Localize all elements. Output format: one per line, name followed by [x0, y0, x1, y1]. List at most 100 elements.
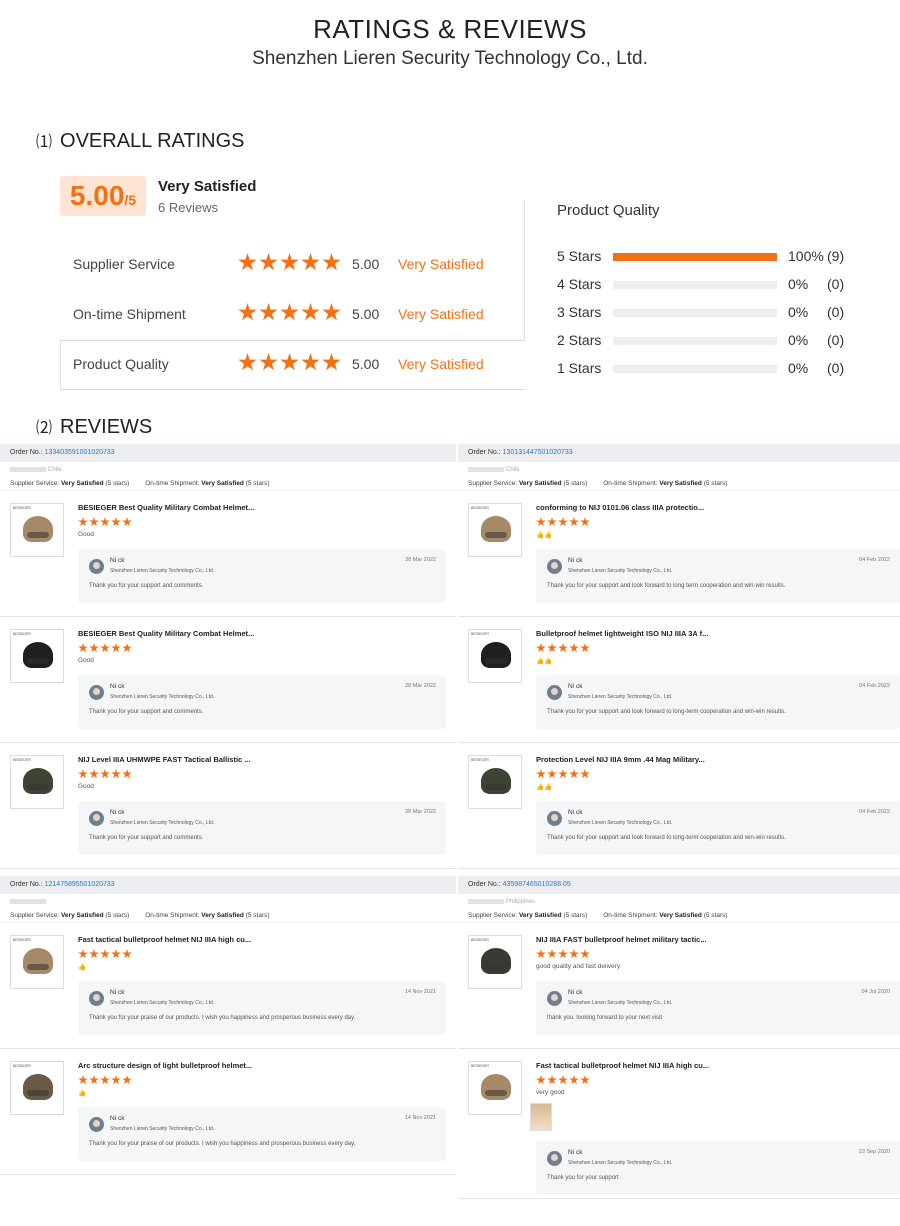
product-thumbnail[interactable]: BESIEGER: [10, 1061, 64, 1115]
product-name[interactable]: BESIEGER Best Quality Military Combat He…: [78, 503, 254, 512]
star-distribution-row: 2 Stars 0% (0): [557, 332, 857, 352]
reply-message: Thank you for your support: [547, 1175, 619, 1181]
reply-date: 28 Mar 2022: [405, 557, 436, 563]
section-title: REVIEWS: [60, 416, 153, 438]
product-name[interactable]: BESIEGER Best Quality Military Combat He…: [78, 629, 254, 638]
star-distribution-row: 4 Stars 0% (0): [557, 276, 857, 296]
star-icon: [547, 1075, 557, 1085]
review-photo[interactable]: [530, 1103, 552, 1131]
rating-text: Very Satisfied: [398, 306, 484, 322]
order-card: Order No.: 121475895501020733 Supplier Se…: [0, 876, 456, 1175]
order-card: Order No.: 435987465010288 05 Philippines…: [458, 876, 900, 1199]
product-thumbnail[interactable]: BESIEGER: [468, 935, 522, 989]
buyer-name-blurred: [468, 899, 504, 904]
shipment-stars: (5 stars): [701, 480, 728, 487]
shipment-label: On-time Shipment:: [145, 480, 202, 487]
helmet-image: [23, 948, 53, 974]
star-level-label: 2 Stars: [557, 332, 602, 348]
product-thumbnail[interactable]: BESIEGER: [10, 503, 64, 557]
shipment-label: On-time Shipment:: [145, 912, 202, 919]
review-text: very good: [536, 1089, 565, 1096]
reply-message: Thank you for your support and comments.: [89, 835, 204, 841]
shipment-label: On-time Shipment:: [603, 912, 660, 919]
supplier-reply: Ni ck Shenzhen Lieren Security Technology…: [536, 981, 900, 1035]
order-number-link[interactable]: 130131447501020733: [503, 449, 573, 456]
rating-row: Product Quality 5.00 Very Satisfied: [60, 340, 525, 390]
supplier-service-label: Supplier Service:: [10, 480, 61, 487]
page-title: RATINGS & REVIEWS: [313, 14, 587, 44]
star-icon: [558, 949, 568, 959]
product-name[interactable]: conforming to NIJ 0101.06 class IIIA pro…: [536, 503, 704, 512]
review-stars: [78, 1075, 132, 1085]
product-name[interactable]: Bulletproof helmet lightweight ISO NIJ I…: [536, 629, 708, 638]
avatar: [89, 1117, 104, 1132]
star-icon: [122, 769, 132, 779]
product-thumbnail[interactable]: BESIEGER: [10, 629, 64, 683]
shipment-stars: (5 stars): [701, 912, 728, 919]
review-item: BESIEGER BESIEGER Best Quality Military C…: [0, 491, 456, 617]
buyer-country: Chile: [48, 467, 62, 474]
star-icon: [100, 1075, 110, 1085]
review-stars: [536, 1075, 590, 1085]
order-card: Order No.: 130131447501020733 Chile Suppli…: [458, 444, 900, 869]
reviews-heading: ⑵ REVIEWS: [36, 414, 152, 439]
product-name[interactable]: Fast tactical bulletproof helmet NIJ III…: [536, 1061, 709, 1070]
product-thumbnail[interactable]: BESIEGER: [468, 755, 522, 809]
review-stars: [78, 643, 132, 653]
rating-row: On-time Shipment 5.00 Very Satisfied: [60, 290, 525, 340]
product-quality-title: Product Quality: [557, 202, 660, 219]
order-number-link[interactable]: 121475895501020733: [45, 881, 115, 888]
buyer-name-blurred: [468, 467, 504, 472]
buyer-country: Chile: [506, 467, 520, 474]
supplier-service-value: Very Satisfied: [518, 912, 562, 919]
product-name[interactable]: NIJ Level IIIA UHMWPE FAST Tactical Ball…: [78, 755, 251, 764]
buyer-name-blurred: [10, 467, 46, 472]
star-icon: [569, 949, 579, 959]
star-icon: [100, 949, 110, 959]
star-icon: [569, 643, 579, 653]
review-item: BESIEGER BESIEGER Best Quality Military C…: [0, 617, 456, 743]
review-stars: [536, 643, 590, 653]
product-thumbnail[interactable]: BESIEGER: [468, 629, 522, 683]
review-text: 👍👍: [536, 658, 553, 665]
product-name[interactable]: NIJ IIIA FAST bulletproof helmet militar…: [536, 935, 707, 944]
star-icon: [89, 769, 99, 779]
reply-message: thank you. looking forward to your next …: [547, 1015, 663, 1021]
buyer-info: Chile: [458, 467, 900, 477]
star-icon: [580, 769, 590, 779]
distribution-percent: 100%: [788, 248, 824, 264]
star-distribution-row: 5 Stars 100% (9): [557, 248, 857, 268]
order-number-bar: Order No.: 121475895501020733: [0, 876, 456, 894]
rating-value: 5.00: [352, 306, 380, 322]
product-name[interactable]: Protection Level NIJ IIIA 9mm .44 Mag Mi…: [536, 755, 705, 764]
helmet-visor: [485, 658, 507, 664]
order-number-link[interactable]: 435987465010288 05: [503, 881, 571, 888]
helmet-image: [481, 768, 511, 794]
product-thumbnail[interactable]: BESIEGER: [468, 503, 522, 557]
review-text: good quality and fast delivery: [536, 963, 621, 970]
star-icon: [547, 517, 557, 527]
star-icon: [238, 253, 257, 271]
supplier-service-label: Supplier Service:: [468, 480, 519, 487]
reply-company: Shenzhen Lieren Security Technology Co.,…: [568, 820, 673, 826]
star-icon: [259, 353, 278, 371]
star-icon: [569, 517, 579, 527]
distribution-bar: [613, 281, 777, 289]
product-thumbnail[interactable]: BESIEGER: [10, 935, 64, 989]
product-name[interactable]: Arc structure design of light bulletproo…: [78, 1061, 252, 1070]
product-name[interactable]: Fast tactical bulletproof helmet NIJ III…: [78, 935, 251, 944]
order-service-ratings: Supplier Service: Very Satisfied (5 star…: [458, 477, 900, 491]
star-icon: [111, 517, 121, 527]
shipment-value: Very Satisfied: [659, 480, 702, 487]
helmet-visor: [27, 532, 49, 538]
order-number-link[interactable]: 133403591001020733: [45, 449, 115, 456]
reply-message: Thank you for your praise of our product…: [89, 1141, 356, 1147]
supplier-reply: Ni ck Shenzhen Lieren Security Technology…: [78, 675, 446, 729]
product-thumbnail[interactable]: BESIEGER: [10, 755, 64, 809]
supplier-reply: Ni ck Shenzhen Lieren Security Technology…: [536, 801, 900, 855]
product-thumbnail[interactable]: BESIEGER: [468, 1061, 522, 1115]
supplier-service-value: Very Satisfied: [60, 912, 104, 919]
distribution-percent: 0%: [788, 360, 809, 376]
star-icon: [122, 949, 132, 959]
helmet-image: [481, 1074, 511, 1100]
